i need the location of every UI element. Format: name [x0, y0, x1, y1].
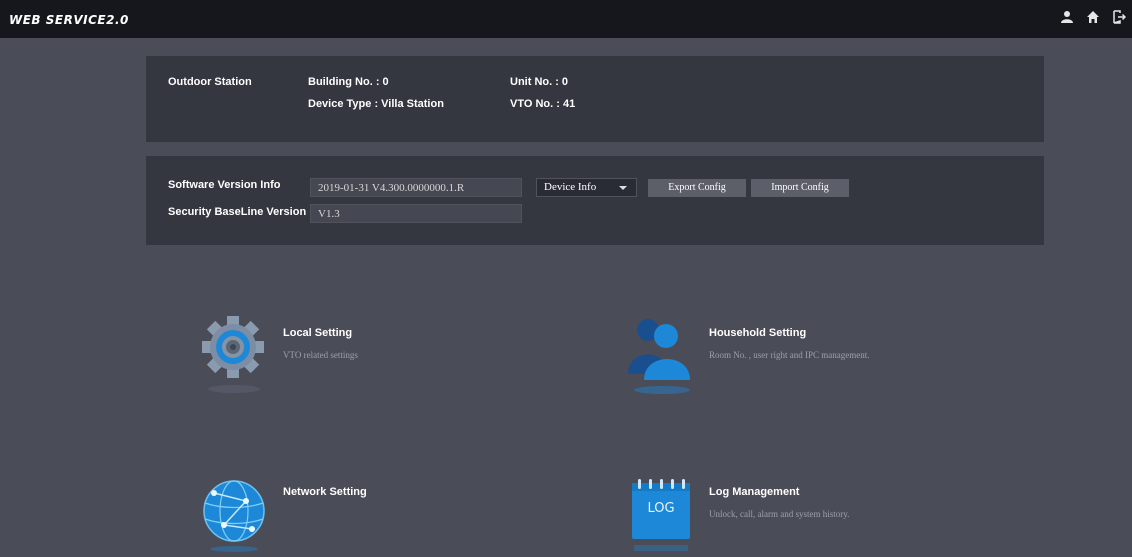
menu-item-network-setting[interactable]: Network Setting: [196, 475, 396, 557]
globe-reflection: [210, 546, 258, 552]
version-panel: Software Version Info 2019-01-31 V4.300.…: [146, 156, 1044, 245]
software-version-label: Software Version Info: [168, 179, 281, 191]
log-reflection: [634, 545, 688, 551]
chevron-down-icon: [619, 186, 627, 190]
logout-icon[interactable]: [1112, 10, 1126, 24]
outdoor-station-label: Outdoor Station: [168, 76, 252, 88]
log-management-desc: Unlock, call, alarm and system history.: [709, 509, 850, 519]
menu-item-local-setting[interactable]: Local Setting VTO related settings: [196, 310, 396, 400]
security-baseline-field: V1.3: [310, 204, 522, 223]
household-setting-title: Household Setting: [709, 327, 807, 339]
log-icon-label: LOG: [647, 501, 675, 516]
top-icons: [1060, 10, 1126, 24]
user-icon[interactable]: [1060, 10, 1074, 24]
menu-item-household-setting[interactable]: Household Setting Room No. , user right …: [620, 310, 920, 400]
export-config-button[interactable]: Export Config: [648, 179, 746, 197]
device-info-panel: Outdoor Station Building No. : 0 Device …: [146, 56, 1044, 142]
menu-item-log-management[interactable]: LOG Log Management Unlock, call, alarm a…: [620, 475, 920, 557]
gear-icon: [202, 316, 264, 378]
building-no: Building No. : 0: [308, 76, 389, 88]
import-config-button[interactable]: Import Config: [751, 179, 849, 197]
users-icon: [628, 319, 690, 380]
log-management-title: Log Management: [709, 486, 800, 498]
software-version-field: 2019-01-31 V4.300.0000000.1.R: [310, 178, 522, 197]
network-setting-title: Network Setting: [283, 486, 367, 498]
local-setting-desc: VTO related settings: [283, 350, 358, 360]
home-icon[interactable]: [1086, 10, 1100, 24]
device-type: Device Type : Villa Station: [308, 98, 444, 110]
security-baseline-label: Security BaseLine Version: [168, 206, 307, 218]
device-info-select[interactable]: Device Info: [536, 178, 637, 197]
globe-icon: [203, 480, 265, 542]
brand-logo: WEB SERVICE2.0: [9, 13, 129, 27]
device-info-select-value: Device Info: [544, 181, 597, 193]
vto-no: VTO No. : 41: [510, 98, 576, 110]
users-reflection: [634, 386, 690, 394]
household-setting-desc: Room No. , user right and IPC management…: [709, 350, 870, 360]
top-bar: WEB SERVICE2.0: [0, 0, 1132, 38]
local-setting-title: Local Setting: [283, 327, 353, 339]
unit-no: Unit No. : 0: [510, 76, 569, 88]
gear-reflection: [208, 385, 260, 393]
